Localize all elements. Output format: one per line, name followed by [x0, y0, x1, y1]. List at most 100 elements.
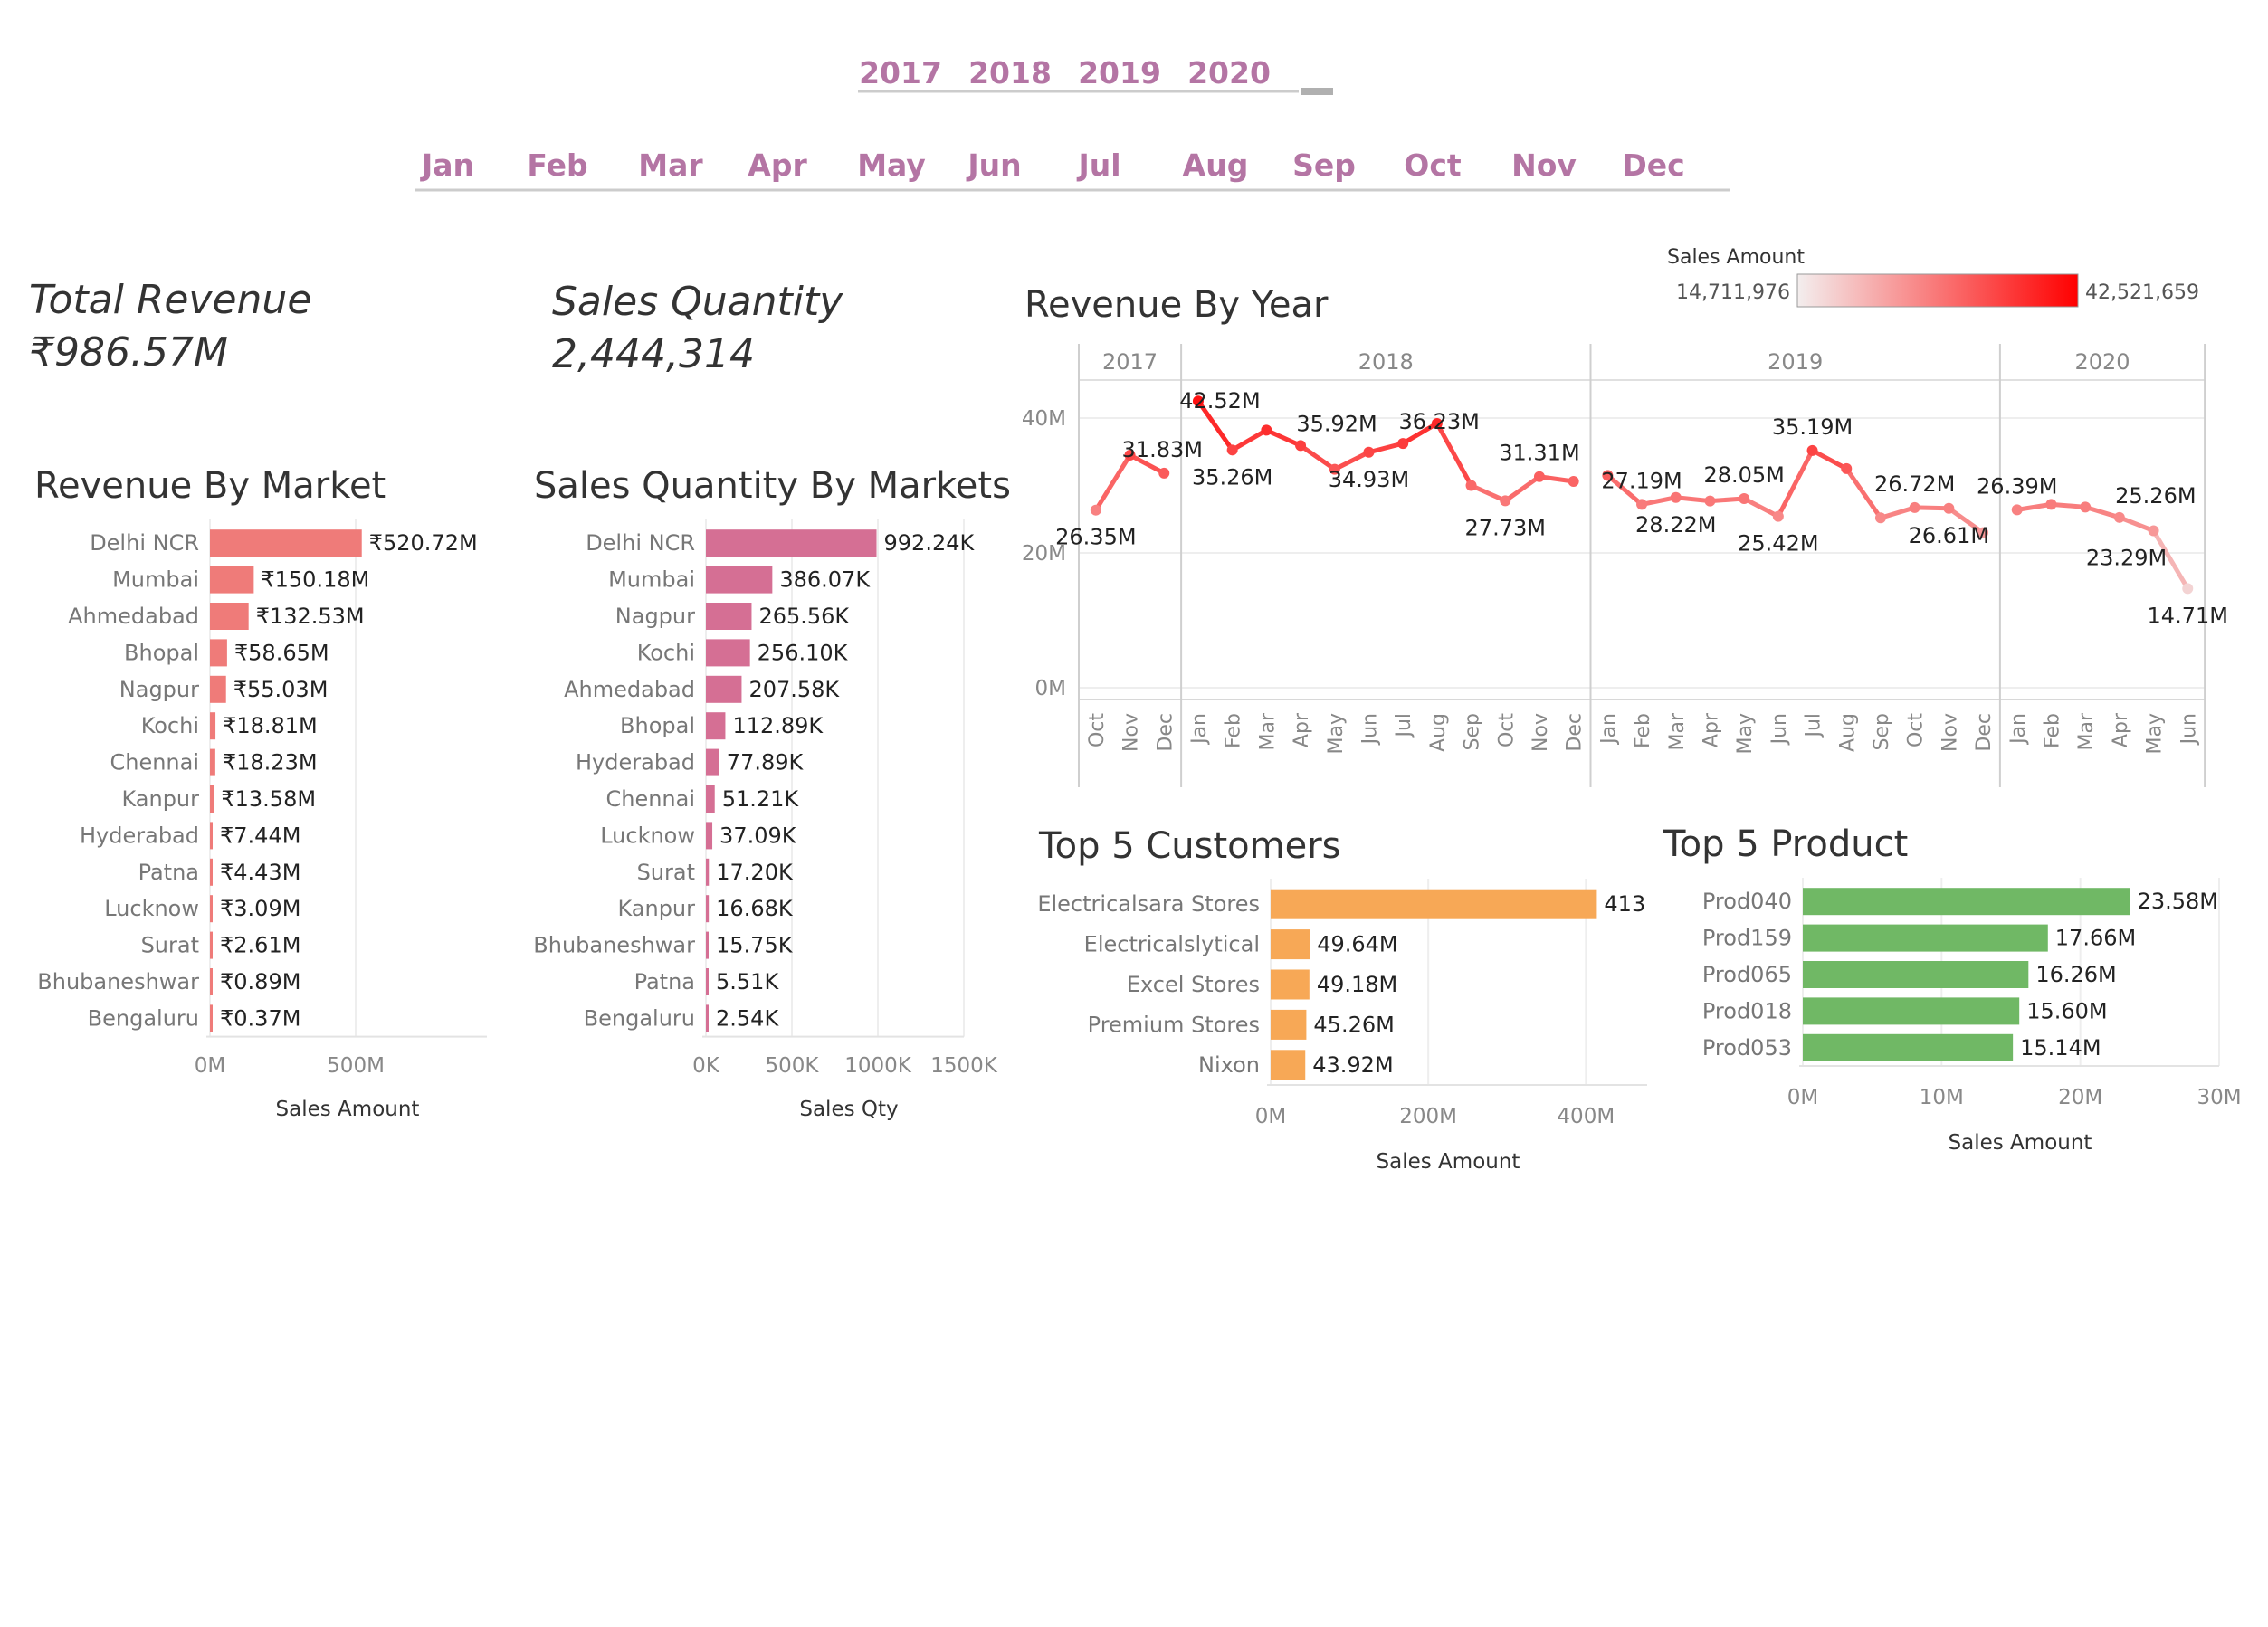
- total-revenue-title: Total Revenue: [29, 277, 311, 323]
- year-header: 2018: [1358, 349, 1414, 375]
- month-filter-aug[interactable]: Aug: [1183, 147, 1249, 183]
- x-axis-title: Sales Amount: [1949, 1131, 2092, 1155]
- data-label: 256.10K: [758, 640, 849, 665]
- data-label: 43.92M: [1312, 1052, 1393, 1078]
- bar: [210, 931, 213, 959]
- category-label: Mumbai: [112, 567, 199, 593]
- category-label: Excel Stores: [1127, 972, 1260, 997]
- x-axis-title: Sales Amount: [1377, 1150, 1520, 1174]
- bar: [1803, 924, 2048, 952]
- data-label: 15.60M: [2026, 998, 2107, 1023]
- data-point: [1533, 471, 1545, 482]
- data-label: 16.26M: [2035, 962, 2116, 987]
- bar: [210, 603, 249, 630]
- year-header: 2017: [1102, 349, 1158, 375]
- x-tick-label: 10M: [1920, 1086, 1964, 1109]
- category-label: Patna: [634, 969, 695, 994]
- month-filter-oct[interactable]: Oct: [1404, 147, 1462, 183]
- bar: [210, 639, 227, 667]
- month-filter-sep[interactable]: Sep: [1292, 147, 1356, 183]
- bar: [706, 1004, 709, 1032]
- data-label: 23.29M: [2086, 545, 2167, 570]
- category-label: Hyderabad: [80, 823, 199, 848]
- month-filter-jun[interactable]: Jun: [966, 147, 1021, 183]
- y-tick-label: 0M: [1035, 677, 1066, 700]
- bar: [1803, 1033, 2014, 1061]
- month-filter-jul[interactable]: Jul: [1076, 147, 1120, 183]
- month-label: Aug: [1427, 713, 1450, 752]
- month-filter-dec[interactable]: Dec: [1622, 147, 1684, 183]
- data-label: 17.20K: [716, 860, 794, 885]
- year-header: 2019: [1768, 349, 1823, 375]
- month-label: Sep: [1462, 713, 1484, 750]
- month-filter-nov[interactable]: Nov: [1511, 147, 1577, 183]
- data-label: 112.89K: [732, 713, 824, 738]
- data-label: ₹0.89M: [220, 969, 300, 994]
- sales-quantity-title: Sales Quantity: [552, 279, 843, 325]
- year-filter-2017[interactable]: 2017: [859, 55, 942, 90]
- line-segment: [1502, 474, 1542, 503]
- data-point: [2045, 499, 2057, 510]
- x-tick-label: 500M: [327, 1054, 385, 1078]
- category-label: Prod053: [1702, 1035, 1792, 1061]
- year-filter-2018[interactable]: 2018: [968, 55, 1052, 90]
- data-point: [1704, 495, 1716, 507]
- month-filter-jan[interactable]: Jan: [420, 147, 474, 183]
- data-label: 207.58K: [748, 677, 840, 702]
- bar: [210, 1004, 213, 1032]
- data-point: [1841, 462, 1853, 474]
- data-point: [1158, 467, 1170, 479]
- x-tick-label: 400M: [1557, 1105, 1615, 1128]
- data-label: 35.92M: [1296, 411, 1377, 436]
- bar: [706, 785, 715, 813]
- year-filter-scroll-handle[interactable]: [1301, 88, 1333, 95]
- month-filter-may[interactable]: May: [857, 147, 926, 183]
- month-label: Feb: [2041, 713, 2063, 748]
- category-label: Ahmedabad: [564, 677, 695, 702]
- category-label: Bhopal: [124, 640, 199, 665]
- year-filter-2020[interactable]: 2020: [1187, 55, 1271, 90]
- year-header: 2020: [2074, 349, 2130, 375]
- bar: [706, 895, 710, 923]
- bar: [210, 895, 213, 923]
- month-label: Jun: [1358, 713, 1381, 746]
- line-segment: [2117, 515, 2157, 533]
- category-label: Delhi NCR: [586, 530, 695, 556]
- legend-max-label: 42,521,659: [2085, 281, 2199, 304]
- month-label: Oct: [1905, 713, 1928, 747]
- data-point: [1806, 444, 1818, 456]
- data-point: [2080, 501, 2092, 513]
- y-tick-label: 40M: [1022, 407, 1066, 431]
- data-label: ₹18.81M: [223, 713, 318, 738]
- bar: [1803, 997, 2020, 1025]
- data-point: [1500, 495, 1511, 507]
- data-label: 42.52M: [1179, 388, 1260, 414]
- data-point: [1363, 446, 1375, 458]
- month-filter-apr[interactable]: Apr: [748, 147, 807, 183]
- data-label: 26.39M: [1977, 473, 2057, 499]
- filter-area: 2017 2018 2019 2020 Jan Feb Mar Apr May …: [415, 55, 1730, 192]
- line-segment: [1093, 452, 1133, 513]
- month-label: May: [1734, 713, 1757, 754]
- month-label: Apr: [1700, 712, 1722, 747]
- bar: [210, 822, 213, 850]
- month-filter-feb[interactable]: Feb: [527, 147, 587, 183]
- line-segment: [1298, 442, 1338, 472]
- data-label: 37.09K: [719, 823, 797, 848]
- data-label: ₹4.43M: [220, 860, 300, 885]
- bar: [706, 529, 877, 557]
- data-label: 51.21K: [722, 786, 800, 812]
- data-label: 5.51K: [716, 969, 779, 994]
- category-label: Prod040: [1702, 889, 1792, 914]
- category-label: Prod018: [1702, 998, 1792, 1023]
- data-label: 17.66M: [2055, 926, 2136, 951]
- bar: [1271, 969, 1310, 1000]
- data-label: ₹2.61M: [220, 933, 300, 958]
- category-label: Surat: [637, 860, 695, 885]
- month-label: Dec: [1973, 713, 1996, 752]
- month-filter-mar[interactable]: Mar: [638, 147, 703, 183]
- year-filter-2019[interactable]: 2019: [1078, 55, 1161, 90]
- bar: [706, 822, 713, 850]
- data-point: [1226, 444, 1238, 456]
- data-point: [2113, 511, 2125, 523]
